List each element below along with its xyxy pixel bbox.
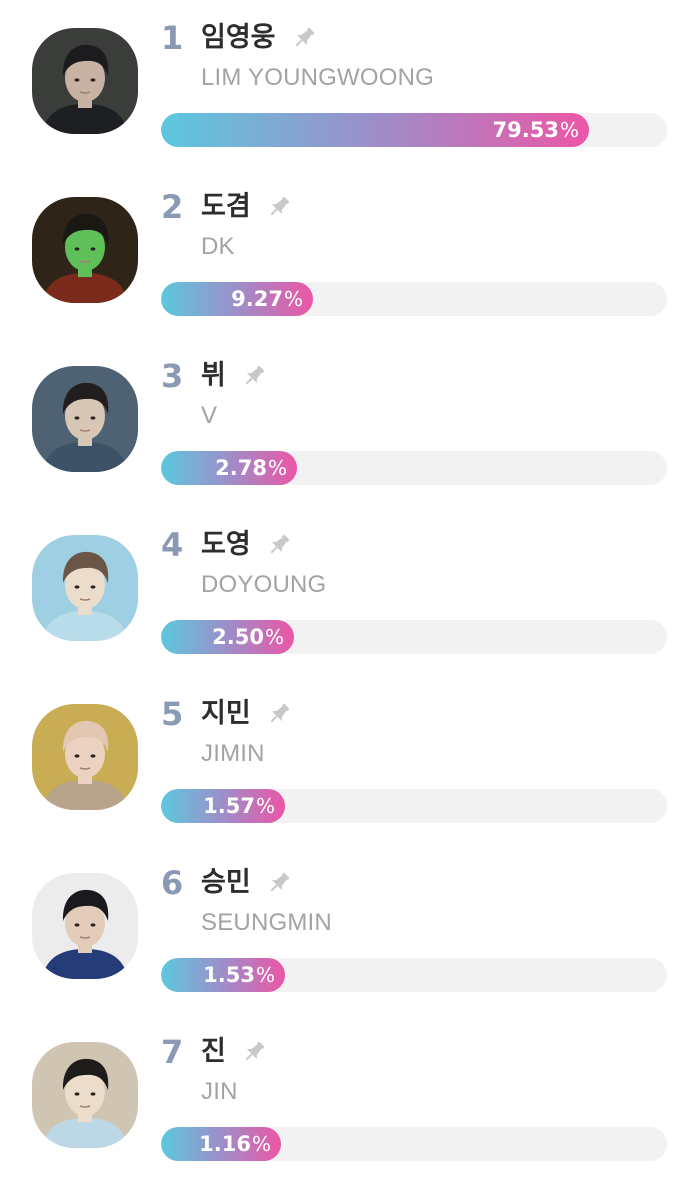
candidate-avatar — [32, 28, 138, 134]
vote-percent: 2.50% — [212, 620, 284, 654]
vote-percent: 2.78% — [215, 451, 287, 485]
rank-number: 3 — [161, 357, 184, 395]
vote-share-bar: 1.16% — [161, 1127, 667, 1161]
candidate-avatar — [32, 1042, 138, 1148]
pin-icon[interactable] — [290, 24, 318, 52]
candidate-avatar — [32, 197, 138, 303]
avatar-image — [32, 28, 138, 134]
vote-share-fill: 1.16% — [161, 1127, 281, 1161]
vote-ranking-list: 1 임영웅 LIM YOUNGWOONG 79.53% 2 도겸 DK 9.27% 3 뷔 V 2.7… — [0, 0, 692, 1200]
candidate-row[interactable]: 1 임영웅 LIM YOUNGWOONG 79.53% — [0, 0, 692, 160]
rank-number: 1 — [161, 19, 184, 57]
pin-icon[interactable] — [240, 1038, 268, 1066]
pin-icon[interactable] — [265, 700, 293, 728]
vote-percent: 79.53% — [493, 113, 579, 147]
vote-percent: 1.53% — [203, 958, 275, 992]
vote-percent-value: 1.16 — [199, 1132, 251, 1156]
candidate-name-korean: 도영 — [201, 529, 251, 560]
candidate-row[interactable]: 3 뷔 V 2.78% — [0, 338, 692, 498]
pin-icon[interactable] — [240, 362, 268, 390]
candidate-name-english: V — [201, 402, 218, 429]
percent-sign: % — [264, 625, 284, 649]
candidate-name-korean: 승민 — [201, 867, 251, 898]
vote-share-bar: 1.57% — [161, 789, 667, 823]
pin-icon[interactable] — [265, 531, 293, 559]
vote-percent-value: 1.53 — [203, 963, 255, 987]
candidate-name-english: DOYOUNG — [201, 571, 327, 598]
candidate-row[interactable]: 4 도영 DOYOUNG 2.50% — [0, 507, 692, 667]
vote-percent-value: 9.27 — [231, 287, 283, 311]
vote-share-fill: 1.57% — [161, 789, 285, 823]
rank-number: 7 — [161, 1033, 184, 1071]
candidate-name-english: LIM YOUNGWOONG — [201, 64, 435, 91]
avatar-image — [32, 704, 138, 810]
candidate-avatar — [32, 704, 138, 810]
rank-number: 2 — [161, 188, 184, 226]
candidate-name-korean: 도겸 — [201, 191, 251, 222]
candidate-name-english: SEUNGMIN — [201, 909, 332, 936]
vote-share-bar: 9.27% — [161, 282, 667, 316]
vote-share-bar: 2.50% — [161, 620, 667, 654]
vote-percent-value: 2.78 — [215, 456, 267, 480]
percent-sign: % — [255, 963, 275, 987]
candidate-name-korean: 임영웅 — [201, 22, 276, 53]
candidate-name-english: JIMIN — [201, 740, 265, 767]
percent-sign: % — [251, 1132, 271, 1156]
percent-sign: % — [559, 118, 579, 142]
rank-number: 5 — [161, 695, 184, 733]
vote-share-fill: 2.78% — [161, 451, 297, 485]
percent-sign: % — [255, 794, 275, 818]
vote-share-fill: 1.53% — [161, 958, 285, 992]
candidate-name-korean: 뷔 — [201, 360, 226, 391]
pin-icon[interactable] — [265, 193, 293, 221]
candidate-name-korean: 진 — [201, 1036, 226, 1067]
candidate-avatar — [32, 535, 138, 641]
avatar-image — [32, 197, 138, 303]
vote-share-bar: 1.53% — [161, 958, 667, 992]
candidate-row[interactable]: 2 도겸 DK 9.27% — [0, 169, 692, 329]
vote-share-fill: 9.27% — [161, 282, 313, 316]
candidate-name-english: JIN — [201, 1078, 238, 1105]
vote-percent-value: 2.50 — [212, 625, 264, 649]
candidate-row[interactable]: 6 승민 SEUNGMIN 1.53% — [0, 845, 692, 1005]
candidate-row[interactable]: 7 진 JIN 1.16% — [0, 1014, 692, 1174]
vote-share-fill: 79.53% — [161, 113, 589, 147]
candidate-name-english: DK — [201, 233, 235, 260]
vote-percent: 1.57% — [203, 789, 275, 823]
vote-share-bar: 79.53% — [161, 113, 667, 147]
vote-percent-value: 79.53 — [492, 118, 559, 142]
candidate-name-korean: 지민 — [201, 698, 251, 729]
rank-number: 6 — [161, 864, 184, 902]
avatar-image — [32, 366, 138, 472]
vote-share-bar: 2.78% — [161, 451, 667, 485]
vote-percent: 1.16% — [199, 1127, 271, 1161]
candidate-avatar — [32, 873, 138, 979]
vote-percent-value: 1.57 — [203, 794, 255, 818]
pin-icon[interactable] — [265, 869, 293, 897]
percent-sign: % — [283, 287, 303, 311]
rank-number: 4 — [161, 526, 184, 564]
percent-sign: % — [267, 456, 287, 480]
avatar-image — [32, 535, 138, 641]
candidate-row[interactable]: 5 지민 JIMIN 1.57% — [0, 676, 692, 836]
vote-percent: 9.27% — [231, 282, 303, 316]
avatar-image — [32, 873, 138, 979]
candidate-avatar — [32, 366, 138, 472]
vote-share-fill: 2.50% — [161, 620, 294, 654]
avatar-image — [32, 1042, 138, 1148]
